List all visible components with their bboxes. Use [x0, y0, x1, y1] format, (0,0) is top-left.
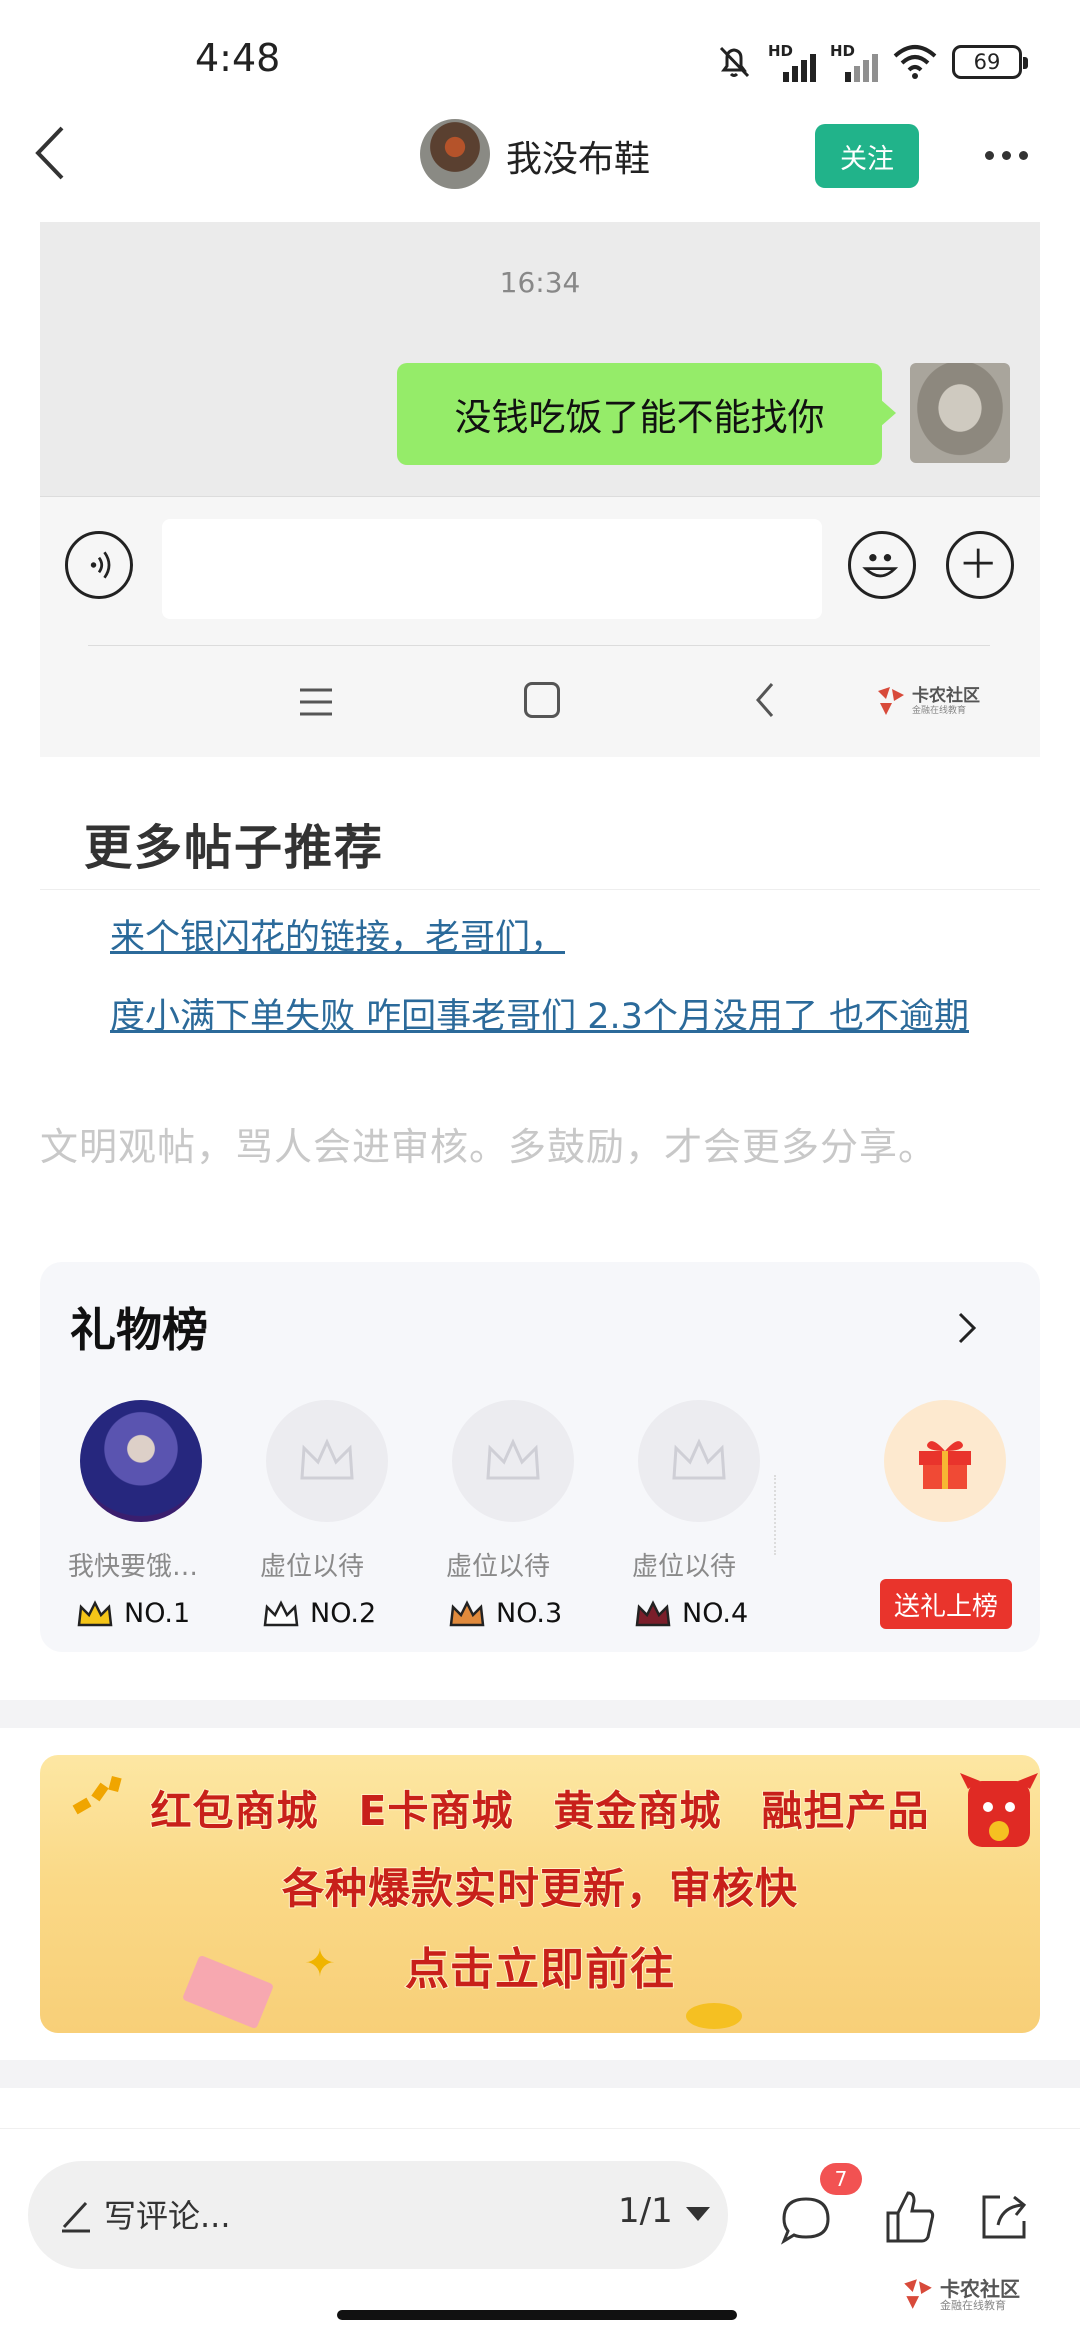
chevron-right-icon[interactable] [952, 1306, 982, 1350]
recommended-post-link[interactable]: 度小满下单失败 咋回事老哥们 2.3个月没用了 也不逾期 [110, 988, 969, 1039]
crown-placeholder-icon [672, 1438, 726, 1480]
gift-ranking-title: 礼物榜 [70, 1303, 208, 1357]
divider [40, 889, 1040, 890]
mute-icon [719, 46, 750, 78]
empty-avatar [638, 1400, 760, 1522]
author-avatar[interactable] [420, 119, 490, 189]
dropdown-arrow-icon[interactable] [686, 2207, 710, 2221]
crown-placeholder-icon [486, 1438, 540, 1480]
rank-user-avatar[interactable] [80, 1400, 202, 1522]
crown-icon [77, 1599, 113, 1626]
rank-slot-1[interactable]: 我快要饿死了 NO.1 [68, 1400, 228, 1640]
red-envelope-mascot-icon [960, 1773, 1038, 1847]
rank-badge: NO.3 [448, 1598, 562, 1629]
sparkle-icon: ✦ [304, 1941, 336, 1985]
more-options-icon[interactable] [985, 140, 1045, 170]
rank-slot-3[interactable]: 虚位以待 NO.3 [440, 1400, 600, 1640]
recommended-post-link[interactable]: 来个银闪花的链接，老哥们， [110, 909, 565, 960]
send-gift-button[interactable]: 送礼上榜 [880, 1579, 1012, 1629]
rank-badge: NO.4 [634, 1598, 748, 1629]
divider [774, 1475, 776, 1555]
menu-icon [300, 688, 332, 716]
comment-count-badge: 7 [820, 2163, 862, 2195]
back-icon[interactable] [22, 118, 82, 188]
more-posts-title: 更多帖子推荐 [84, 820, 385, 876]
chat-sender-avatar [910, 363, 1010, 463]
promo-banner[interactable]: 红包商城 E卡商城 黄金商城 融担产品 各种爆款实时更新，审核快 点击立即前往 … [40, 1755, 1040, 2033]
status-time: 4:48 [195, 36, 281, 80]
signal-1-icon: HD [768, 42, 816, 82]
voice-icon [65, 531, 133, 599]
watermark-icon [904, 2279, 932, 2309]
rank-slot-4[interactable]: 虚位以待 NO.4 [626, 1400, 786, 1640]
empty-avatar [266, 1400, 388, 1522]
coin-decoration [686, 2003, 742, 2029]
battery-icon: 69 [952, 45, 1028, 79]
comment-input[interactable]: 写评论... 1/1 [28, 2161, 728, 2269]
emoji-icon [848, 531, 916, 599]
watermark-logo: 卡农社区 金融在线教育 [874, 679, 1004, 723]
chat-message-bubble: 没钱吃饭了能不能找你 [397, 363, 896, 465]
post-image-chat-screenshot[interactable]: 16:34 没钱吃饭了能不能找你 卡农社区 金融在线教育 [40, 222, 1040, 757]
rank-placeholder-name: 虚位以待 [632, 1552, 737, 1582]
banner-categories: 红包商城 E卡商城 黄金商城 融担产品 [149, 1786, 930, 1836]
thumbs-up-icon[interactable] [882, 2187, 938, 2247]
rank-badge: NO.1 [76, 1598, 190, 1629]
pencil-icon [62, 2201, 90, 2233]
crown-placeholder-icon [300, 1438, 354, 1480]
bottom-action-bar: 写评论... 1/1 7 卡农社区 金融在线教育 [0, 2128, 1080, 2340]
divider [88, 645, 990, 646]
section-separator [0, 1700, 1080, 1728]
crown-icon [263, 1599, 299, 1626]
signal-2-icon: HD [830, 42, 878, 82]
home-square-icon [524, 682, 560, 718]
follow-button[interactable]: 关注 [815, 124, 919, 188]
civility-notice: 文明观帖，骂人会进审核。多鼓励，才会更多分享。 [40, 1125, 938, 1169]
rank-badge: NO.2 [262, 1598, 376, 1629]
status-icons: HD HD 69 [714, 40, 1028, 84]
watermark-logo: 卡农社区 金融在线教育 [900, 2271, 1060, 2315]
crown-icon [635, 1599, 671, 1626]
comment-icon[interactable] [778, 2191, 834, 2247]
chat-text-input [162, 519, 822, 619]
plus-icon [946, 531, 1014, 599]
rank-placeholder-name: 虚位以待 [260, 1552, 365, 1582]
gift-box-icon[interactable] [884, 1400, 1006, 1522]
crown-icon [449, 1599, 485, 1626]
rank-user-name: 我快要饿死了 [68, 1552, 218, 1582]
comment-placeholder: 写评论... [104, 2197, 231, 2235]
rank-placeholder-name: 虚位以待 [446, 1552, 551, 1582]
home-indicator[interactable] [337, 2310, 737, 2320]
back-chevron-icon [756, 683, 774, 717]
share-icon[interactable] [976, 2189, 1032, 2245]
chat-input-bar: 卡农社区 金融在线教育 [40, 496, 1040, 757]
banner-subtitle: 各种爆款实时更新，审核快 [281, 1863, 798, 1914]
wifi-icon [893, 45, 937, 79]
watermark-icon [878, 687, 904, 715]
section-separator [0, 2060, 1080, 2088]
rank-slot-2[interactable]: 虚位以待 NO.2 [254, 1400, 414, 1640]
author-name[interactable]: 我没布鞋 [506, 130, 650, 182]
page-indicator[interactable]: 1/1 [618, 2191, 673, 2231]
empty-avatar [452, 1400, 574, 1522]
chat-timestamp: 16:34 [499, 266, 581, 299]
